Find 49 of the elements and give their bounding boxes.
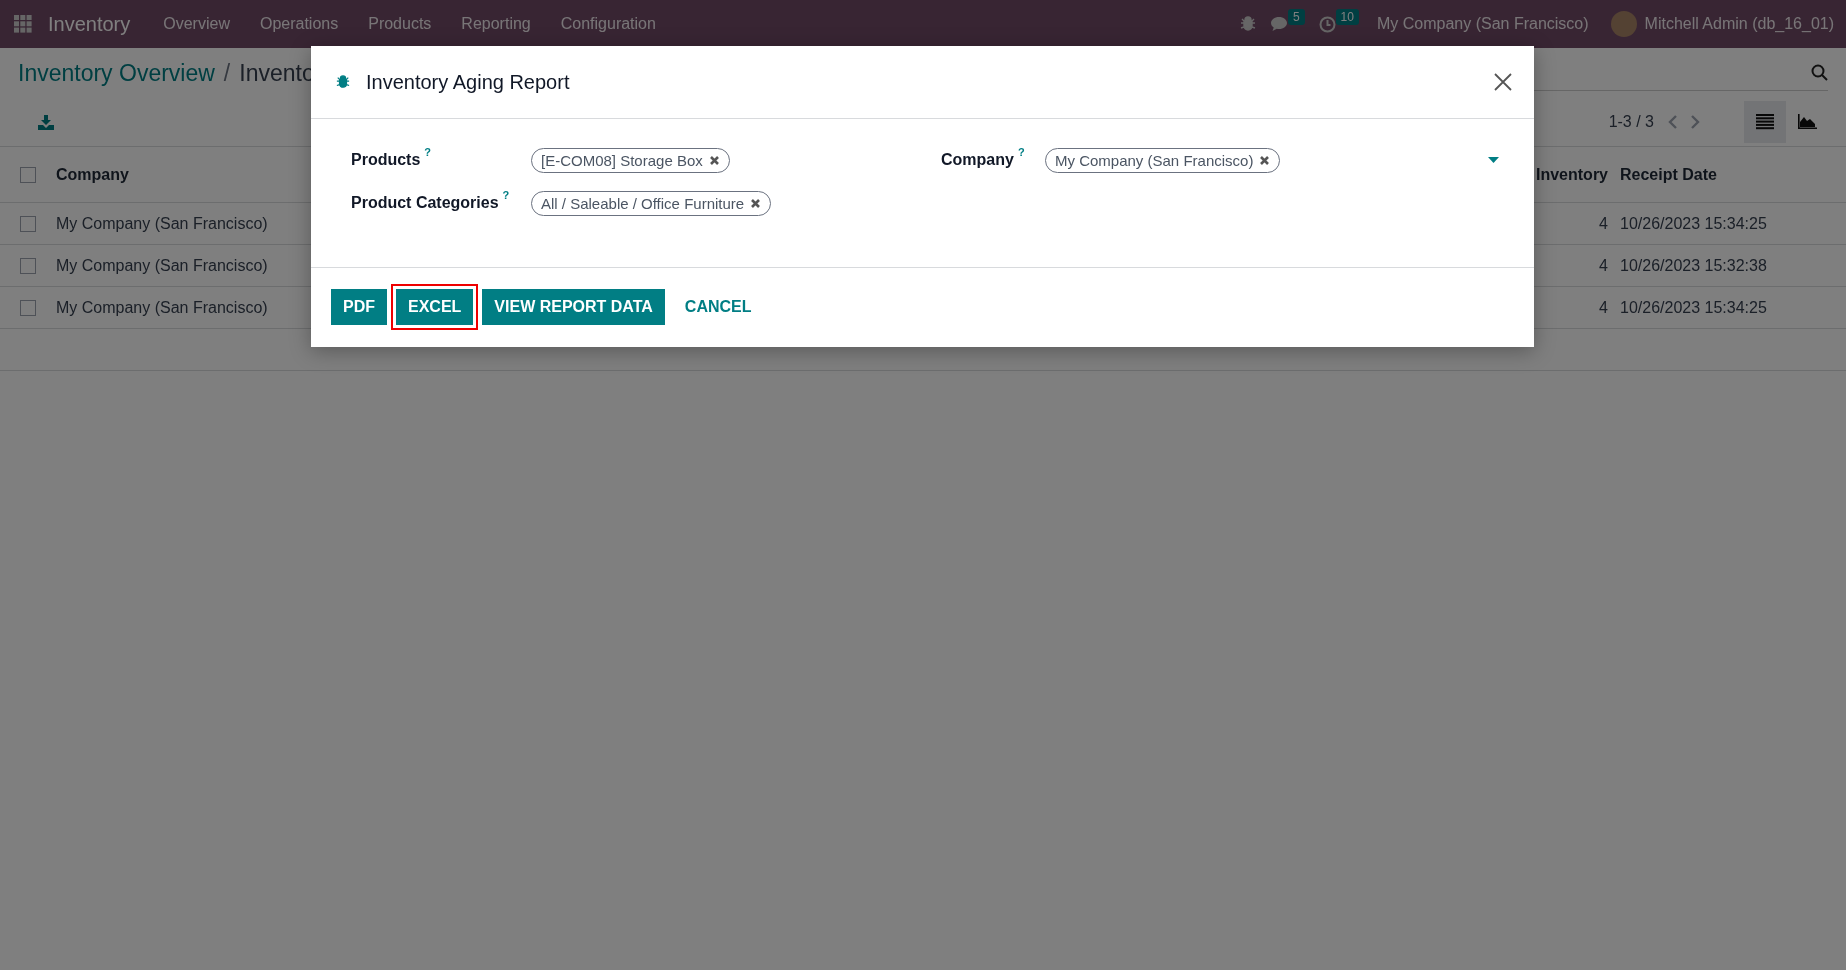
remove-tag-icon[interactable]	[708, 154, 720, 166]
checkbox[interactable]	[20, 299, 36, 316]
column-header[interactable]: Receipt Date	[1614, 147, 1846, 203]
menu-item[interactable]: Configuration	[545, 15, 671, 33]
bug-icon	[336, 75, 350, 89]
table-cell: 10/26/2023 15:34:25	[1614, 202, 1846, 245]
app-grid-icon[interactable]	[14, 15, 32, 33]
report-button[interactable]: PDF	[331, 289, 387, 325]
view-switch-button[interactable]	[1744, 101, 1786, 143]
download-icon[interactable]	[38, 114, 54, 130]
company-switcher[interactable]: My Company (San Francisco)	[1376, 15, 1589, 33]
menu-item[interactable]: Products	[353, 15, 447, 33]
clock-icon[interactable]	[1318, 15, 1336, 33]
list-view-icon	[1756, 114, 1774, 130]
next-icon[interactable]	[1691, 115, 1700, 129]
cancel-link[interactable]: CANCEL	[672, 289, 764, 325]
dialog-title: Inventory Aging Report	[366, 70, 571, 94]
search-icon[interactable]	[1811, 64, 1828, 81]
activity-count-badge: 10	[1335, 9, 1359, 25]
table-cell: 10/26/2023 15:32:38	[1614, 244, 1846, 287]
app-name[interactable]: Inventory	[48, 12, 131, 36]
menu-item[interactable]: Operations	[244, 15, 354, 33]
checkbox[interactable]	[20, 215, 36, 232]
checkbox[interactable]	[20, 166, 36, 183]
help-mark[interactable]: ?	[502, 189, 510, 201]
close-icon[interactable]	[1492, 71, 1514, 93]
field-label: Company	[941, 151, 1014, 169]
message-count-badge: 5	[1287, 9, 1305, 25]
report-button[interactable]: EXCEL	[396, 289, 474, 325]
bug-icon[interactable]	[1239, 16, 1256, 32]
breadcrumb-link[interactable]: Inventory Overview	[18, 59, 215, 87]
area-chart-icon	[1797, 114, 1817, 130]
user-menu[interactable]: Mitchell Admin (db_16_01)	[1644, 15, 1834, 33]
remove-tag-icon[interactable]	[750, 197, 762, 209]
user-avatar[interactable]	[1610, 11, 1637, 37]
breadcrumb-separator: /	[223, 59, 231, 87]
pager-value[interactable]: 1-3 / 3	[1608, 113, 1654, 131]
chat-icon[interactable]	[1269, 16, 1288, 32]
menu-item[interactable]: Overview	[148, 15, 245, 33]
remove-tag-icon[interactable]	[1259, 154, 1271, 166]
table-cell: 10/26/2023 15:34:25	[1614, 286, 1846, 329]
dropdown-caret-icon[interactable]	[1488, 157, 1499, 163]
field-label: Products	[351, 151, 421, 169]
checkbox[interactable]	[20, 257, 36, 274]
menu-item[interactable]: Reporting	[446, 15, 546, 33]
report-button[interactable]: VIEW REPORT DATA	[482, 289, 665, 325]
help-mark[interactable]: ?	[424, 146, 432, 158]
previous-icon[interactable]	[1668, 115, 1677, 129]
help-mark[interactable]: ?	[1017, 146, 1025, 158]
